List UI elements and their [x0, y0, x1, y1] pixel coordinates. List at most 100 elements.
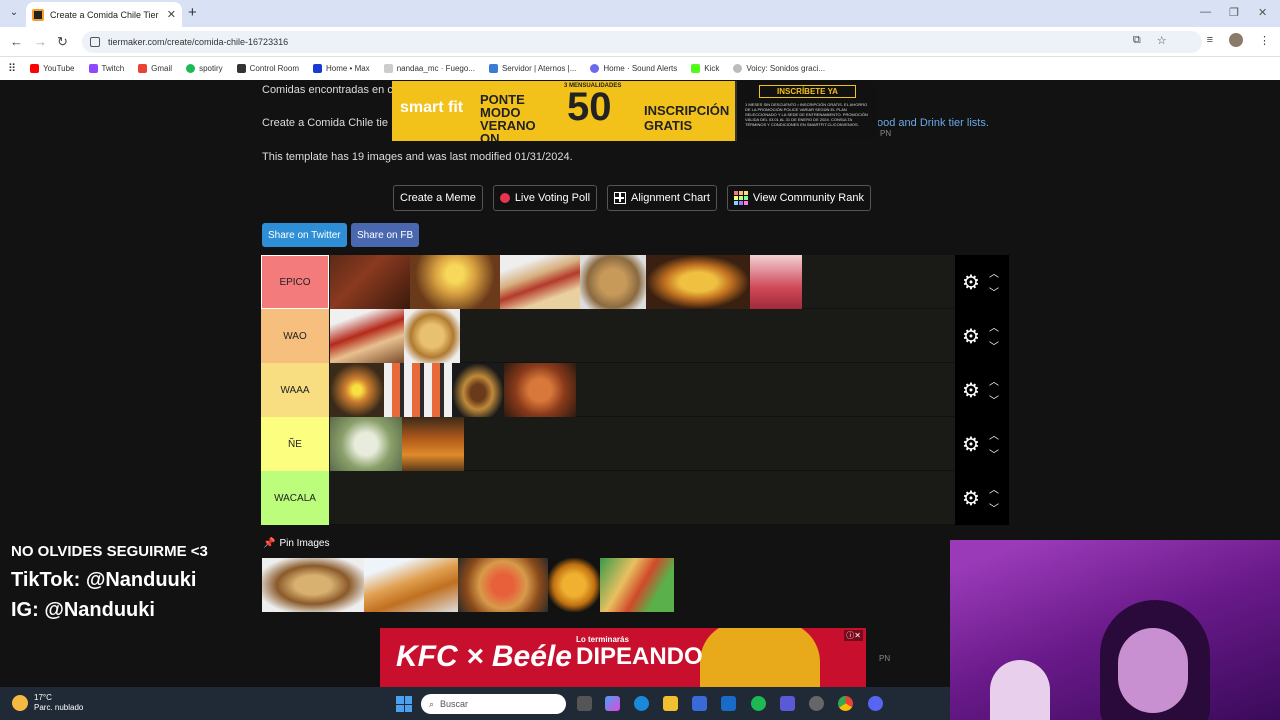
unranked-images [262, 558, 674, 612]
food-image-sandwich[interactable] [330, 309, 404, 363]
food-image-hamburguesa[interactable] [452, 363, 504, 417]
media-control-icon[interactable]: ≡ [1207, 34, 1213, 46]
bookmark-voicy[interactable]: Voicy: Sonidos graci... [733, 64, 825, 73]
active-tab[interactable]: Create a Comida Chile Tier List ✕ [26, 2, 182, 27]
tab-title: Create a Comida Chile Tier List [50, 9, 161, 20]
food-image-terremoto[interactable] [750, 255, 802, 309]
food-image-pastel[interactable] [262, 558, 364, 612]
food-image-pastel-choclo[interactable] [646, 255, 750, 309]
chevron-up-icon[interactable]: ︿ [989, 427, 999, 442]
food-image-chorrillana[interactable] [410, 255, 500, 309]
food-image-asado[interactable] [330, 255, 410, 309]
gear-icon[interactable]: ⚙ [959, 324, 983, 349]
chevron-up-icon[interactable]: ︿ [989, 319, 999, 334]
bookmark-max[interactable]: Home • Max [312, 64, 370, 73]
tier-label[interactable]: ÑE [261, 417, 329, 471]
bookmark-youtube[interactable]: YouTube [30, 64, 75, 73]
restore-window-icon[interactable]: ❐ [1229, 6, 1239, 19]
reload-icon[interactable]: ↻ [57, 34, 68, 50]
live-voting-poll-button[interactable]: Live Voting Poll [492, 185, 598, 211]
store-icon[interactable] [692, 696, 707, 711]
food-drink-link[interactable]: ood and Drink tier lists. [877, 117, 989, 129]
ad-cta-button[interactable]: INSCRÍBETE YA [759, 85, 856, 98]
bookmark-sound-alerts[interactable]: Home · Sound Alerts [590, 64, 677, 73]
taskbar-search[interactable]: ⌕ Buscar [421, 694, 566, 714]
tab-search-button[interactable]: ⌄ [6, 5, 22, 21]
profile-avatar[interactable] [1229, 33, 1243, 47]
food-image-sushi[interactable] [384, 363, 452, 417]
forward-icon[interactable]: → [34, 34, 47, 49]
food-image-empanadas[interactable] [580, 255, 646, 309]
menu-kebab-icon[interactable]: ⋮ [1259, 34, 1270, 47]
bookmark-kick[interactable]: Kick [691, 64, 719, 73]
windows-start-icon[interactable] [396, 696, 412, 712]
teams-icon[interactable] [780, 696, 795, 711]
apps-grid-icon[interactable]: ⠿ [8, 62, 16, 75]
tier-list: EPICO ⚙ ︿ ﹀ WAO ⚙ ︿ ﹀ WAAA ⚙ ︿ ﹀ ÑE ⚙ ︿ … [261, 255, 1009, 525]
close-tab-icon[interactable]: ✕ [167, 8, 176, 21]
gear-icon[interactable]: ⚙ [959, 486, 983, 511]
gear-icon[interactable]: ⚙ [959, 378, 983, 403]
close-window-icon[interactable]: ✕ [1258, 6, 1267, 19]
site-info-icon[interactable] [90, 37, 100, 47]
share-fb-button[interactable]: Share on FB [351, 223, 420, 247]
create-meme-button[interactable]: Create a Meme [393, 185, 483, 211]
food-image-bebida[interactable] [402, 417, 464, 471]
bookmark-control-room[interactable]: Control Room [236, 64, 299, 73]
alignment-chart-button[interactable]: Alignment Chart [607, 185, 717, 211]
food-image-ceviche[interactable] [330, 417, 402, 471]
chevron-down-icon[interactable]: ﹀ [989, 284, 999, 299]
new-tab-button[interactable]: + [188, 4, 197, 21]
bookmark-star-icon[interactable]: ☆ [1157, 34, 1167, 47]
chevron-down-icon[interactable]: ﹀ [989, 500, 999, 515]
chevron-down-icon[interactable]: ﹀ [989, 446, 999, 461]
food-image-sopaipillas[interactable] [548, 558, 600, 612]
minimize-window-icon[interactable]: — [1200, 6, 1211, 18]
discord-icon[interactable] [868, 696, 883, 711]
weather-widget[interactable]: 17°C Parc. nublado [12, 693, 83, 713]
mail-icon[interactable] [721, 696, 736, 711]
tier-label[interactable]: EPICO [261, 255, 329, 309]
chevron-up-icon[interactable]: ︿ [989, 265, 999, 280]
share-twitter-button[interactable]: Share on Twitter [262, 223, 347, 247]
obs-icon[interactable] [809, 696, 824, 711]
food-image-completo[interactable] [500, 255, 580, 309]
tier-row-epico: EPICO ⚙ ︿ ﹀ [261, 255, 1009, 309]
kfc-ad[interactable]: KFC × Beéle Lo terminarás DIPEANDO ⓘ✕ [380, 628, 866, 687]
bookmark-aternos[interactable]: Servidor | Aternos |... [488, 64, 576, 73]
search-icon: ⌕ [429, 698, 435, 709]
translate-icon[interactable]: ⧉ [1133, 34, 1141, 47]
browser-tab-strip: ⌄ Create a Comida Chile Tier List ✕ + — … [0, 0, 1280, 27]
file-explorer-icon[interactable] [663, 696, 678, 711]
url-bar[interactable]: tiermaker.com/create/comida-chile-167233… [82, 31, 1202, 53]
food-image-frituras[interactable] [504, 363, 576, 417]
bookmark-twitch[interactable]: Twitch [88, 64, 124, 73]
tier-label[interactable]: WACALA [261, 471, 329, 525]
chevron-up-icon[interactable]: ︿ [989, 481, 999, 496]
bookmark-spotify[interactable]: spotiry [186, 64, 223, 73]
chevron-up-icon[interactable]: ︿ [989, 373, 999, 388]
chevron-down-icon[interactable]: ﹀ [989, 392, 999, 407]
chevron-down-icon[interactable]: ﹀ [989, 338, 999, 353]
smartfit-ad[interactable]: smart fit PONTE MODO VERANO ON 3 MENSUAL… [392, 81, 878, 141]
community-rank-button[interactable]: View Community Rank [726, 185, 871, 211]
food-image-papas[interactable] [404, 309, 460, 363]
chrome-icon[interactable] [838, 696, 853, 711]
copilot-icon[interactable] [605, 696, 620, 711]
tier-label[interactable]: WAAA [261, 363, 329, 417]
tier-controls: ⚙ ︿ ﹀ [955, 417, 1009, 471]
food-image-pescado-frito[interactable] [364, 558, 458, 612]
food-image-pizza[interactable] [458, 558, 548, 612]
task-view-icon[interactable] [577, 696, 592, 711]
tier-label[interactable]: WAO [261, 309, 329, 363]
gear-icon[interactable]: ⚙ [959, 432, 983, 457]
gear-icon[interactable]: ⚙ [959, 270, 983, 295]
food-image-lomo-pobre[interactable] [330, 363, 384, 417]
food-image-tacos[interactable] [600, 558, 674, 612]
ad-close-icon[interactable]: ⓘ✕ [844, 630, 863, 641]
bookmark-nandaa[interactable]: nandaa_mc · Fuego... [383, 64, 475, 73]
spotify-icon[interactable] [751, 696, 766, 711]
back-icon[interactable]: ← [10, 34, 23, 49]
bookmark-gmail[interactable]: Gmail [138, 64, 172, 73]
edge-icon[interactable] [634, 696, 649, 711]
